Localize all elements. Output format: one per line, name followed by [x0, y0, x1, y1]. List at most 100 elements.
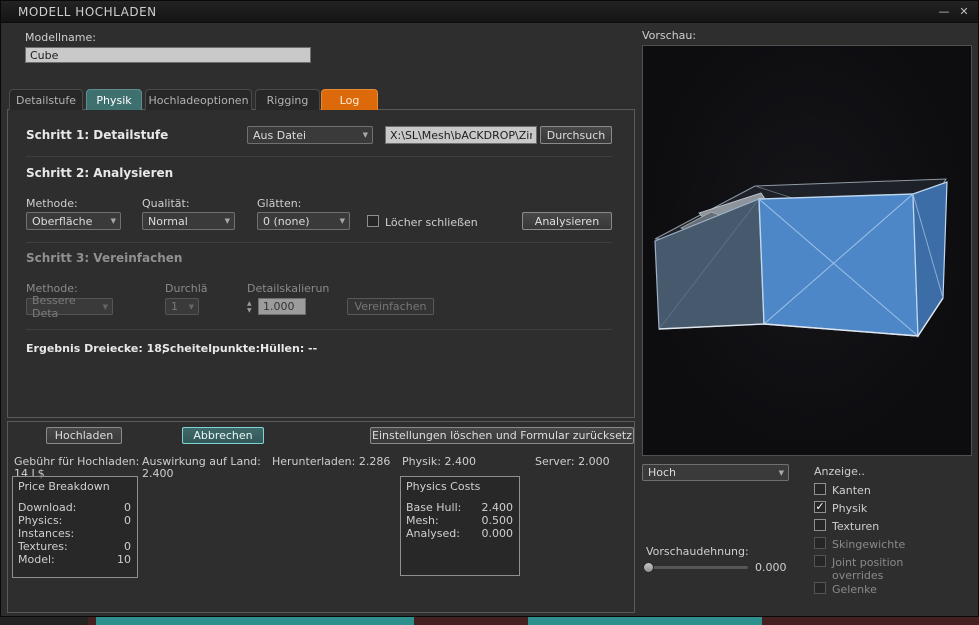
tab-label: Detailstufe [15, 93, 77, 107]
tab-log[interactable]: Log [321, 89, 378, 110]
price-row: Instances: [18, 527, 131, 540]
tab-label: Log [339, 93, 360, 107]
physics-cost-row: Base Hull: 2.400 [406, 501, 513, 514]
cost-row-label: Analysed: [406, 527, 460, 540]
price-row-label: Download: [18, 501, 77, 514]
preview-3d-model[interactable] [643, 46, 971, 455]
textures-checkbox[interactable] [814, 519, 826, 531]
chevron-down-icon: ▼ [778, 468, 784, 477]
passes-label: Durchlä [165, 282, 208, 295]
simplify-method-dropdown: Bessere Deta ▼ [26, 294, 113, 320]
skin-weights-checkbox-label: Skingewichte [832, 538, 906, 551]
chevron-down-icon: ▼ [110, 217, 116, 225]
joint-overrides-checkbox-label: Joint position overrides [832, 556, 904, 582]
button-label: Einstellungen löschen und Formular zurüc… [372, 429, 632, 442]
chevron-down-icon: ▼ [362, 131, 368, 139]
footer-panel: Hochladen Abbrechen Einstellungen lösche… [7, 421, 635, 613]
methode-label: Methode: [26, 197, 78, 210]
price-row-value: 0 [124, 514, 131, 527]
lod-source-dropdown[interactable]: Aus Datei ▼ [247, 126, 373, 144]
spinner-down-icon[interactable]: ▼ [247, 307, 257, 314]
physics-cost-row: Analysed: 0.000 [406, 527, 513, 540]
screen: MODELL HOCHLADEN — ✕ Modellname: Details… [0, 0, 979, 625]
background-app-strip [528, 617, 762, 625]
button-label: Durchsuch [546, 128, 606, 142]
results-triangles: Ergebnis Dreiecke: 18, [26, 342, 167, 355]
price-row-label: Instances: [18, 527, 75, 540]
dropdown-value: 1 [171, 300, 178, 313]
spinner-up-icon[interactable]: ▲ [247, 300, 257, 307]
tab-label: Rigging [266, 93, 309, 107]
close-button[interactable]: ✕ [956, 4, 972, 20]
upload-button[interactable]: Hochladen [46, 427, 122, 444]
model-name-input[interactable] [25, 47, 311, 63]
dropdown-value: 0 (none) [263, 214, 310, 228]
close-holes-checkbox[interactable] [367, 215, 379, 227]
check-icon: ✓ [815, 500, 825, 513]
cancel-button[interactable]: Abbrechen [182, 427, 264, 444]
textures-checkbox-label: Texturen [832, 520, 880, 533]
tab-detailstufe[interactable]: Detailstufe [9, 89, 83, 110]
preview-viewport[interactable] [642, 45, 972, 456]
detail-scale-input [258, 298, 306, 315]
edges-checkbox[interactable] [814, 483, 826, 495]
price-row-value: 0 [124, 540, 131, 553]
cost-row-value: 0.500 [481, 514, 514, 527]
cost-row-label: Mesh: [406, 514, 439, 527]
price-row-label: Textures: [18, 540, 68, 553]
preview-stretch-label: Vorschaudehnung: [646, 545, 749, 558]
skin-weights-checkbox [814, 537, 826, 549]
divider [26, 156, 612, 157]
button-label: Vereinfachen [354, 300, 427, 313]
price-breakdown-title: Price Breakdown [18, 480, 110, 493]
tab-hochladeoptionen[interactable]: Hochladeoptionen [145, 89, 252, 110]
price-row-label: Physics: [18, 514, 63, 527]
browse-button[interactable]: Durchsuch [540, 126, 612, 144]
joints-checkbox [814, 582, 826, 594]
price-row-value: 10 [117, 553, 131, 566]
title-bar[interactable]: MODELL HOCHLADEN — ✕ [1, 1, 978, 23]
model-front-face [758, 193, 919, 337]
tab-label: Physik [96, 93, 132, 107]
price-row-label: Model: [18, 553, 55, 566]
dropdown-value: Hoch [648, 466, 677, 479]
chevron-down-icon: ▼ [102, 302, 108, 311]
minimize-button[interactable]: — [936, 4, 952, 20]
preview-lod-dropdown[interactable]: Hoch ▼ [642, 464, 789, 481]
physics-cost-row: Mesh: 0.500 [406, 514, 513, 527]
step3-title: Schritt 3: Vereinfachen [26, 251, 183, 265]
step1-title: Schritt 1: Detailstufe [26, 128, 169, 142]
methode-dropdown[interactable]: Oberfläche ▼ [26, 212, 121, 230]
display-label: Anzeige.. [814, 465, 865, 478]
physics-costs-box: Physics Costs Base Hull: 2.400 Mesh: 0.500… [400, 476, 520, 576]
detail-scale-stepper[interactable]: ▲ ▼ [247, 298, 257, 315]
reset-form-button[interactable]: Einstellungen löschen und Formular zurüc… [370, 427, 634, 444]
joint-overrides-checkbox [814, 555, 826, 567]
physics-file-input[interactable] [385, 126, 537, 144]
physics-checkbox[interactable]: ✓ [814, 501, 826, 513]
tab-rigging[interactable]: Rigging [255, 89, 320, 110]
qualitaet-dropdown[interactable]: Normal ▼ [142, 212, 235, 230]
chevron-down-icon: ▼ [188, 302, 194, 311]
server-weight: Server: 2.000 [535, 455, 610, 468]
analyze-button[interactable]: Analysieren [522, 212, 612, 230]
window-title: MODELL HOCHLADEN [18, 5, 157, 19]
tab-physik[interactable]: Physik [86, 89, 142, 110]
divider [26, 329, 612, 330]
background-app-strip [96, 617, 414, 625]
glaetten-dropdown[interactable]: 0 (none) ▼ [257, 212, 350, 230]
joints-checkbox-label: Gelenke [832, 583, 877, 596]
dropdown-value: Oberfläche [32, 214, 93, 228]
stretch-slider-thumb[interactable] [643, 562, 654, 573]
dropdown-value: Aus Datei [253, 128, 307, 142]
stretch-value: 0.000 [755, 561, 787, 574]
tab-label: Hochladeoptionen [148, 93, 249, 107]
stretch-slider[interactable] [646, 566, 748, 569]
simplify-button: Vereinfachen [347, 298, 434, 315]
detail-scale-label: Detailskalierun [247, 282, 330, 295]
cost-row-label: Base Hull: [406, 501, 462, 514]
land-impact-value: 2.400 [142, 467, 174, 480]
background-app-strip [0, 617, 88, 625]
price-row: Download: 0 [18, 501, 131, 514]
upload-model-window: MODELL HOCHLADEN — ✕ Modellname: Details… [0, 0, 979, 617]
